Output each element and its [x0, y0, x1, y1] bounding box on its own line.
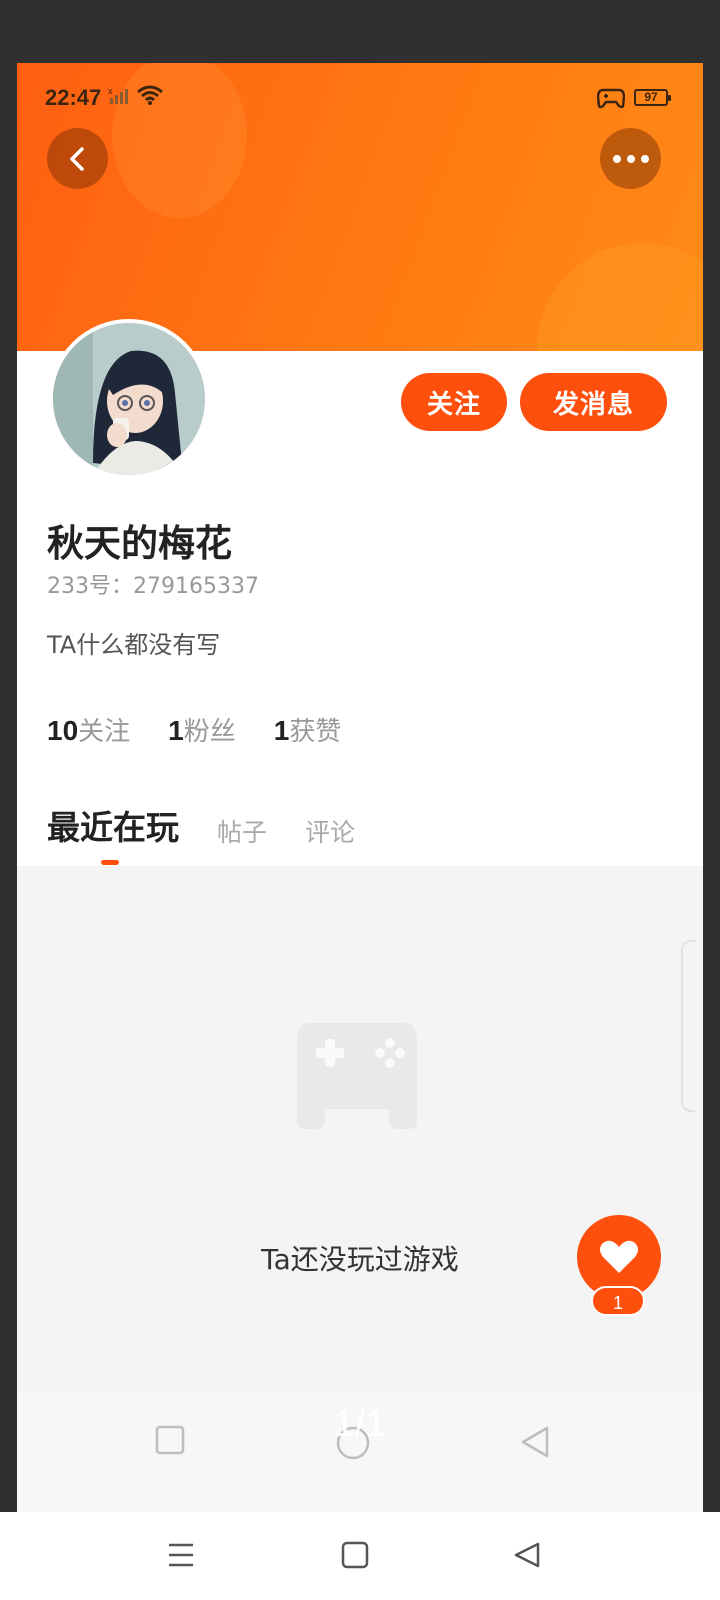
- battery-indicator: 97: [634, 89, 671, 106]
- avatar-illustration: [53, 323, 205, 475]
- svg-text:x: x: [108, 86, 113, 96]
- system-back-button[interactable]: [512, 1540, 542, 1574]
- banner-decoration: [537, 243, 703, 358]
- stat-following[interactable]: 10关注: [47, 711, 130, 748]
- tab-comments[interactable]: 评论: [305, 813, 355, 853]
- system-home-button[interactable]: [340, 1540, 370, 1574]
- stat-label: 关注: [78, 717, 131, 747]
- square-icon: [341, 1541, 369, 1569]
- user-bio: TA什么都没有写: [47, 631, 221, 659]
- signal-icon: x: [108, 86, 132, 110]
- stat-label: 粉丝: [183, 717, 236, 747]
- menu-button[interactable]: [166, 1540, 196, 1574]
- active-tab-indicator: [101, 860, 119, 865]
- username: 秋天的梅花: [47, 522, 232, 565]
- stat-number: 10: [47, 715, 79, 746]
- chevron-left-icon: [69, 146, 84, 171]
- avatar[interactable]: [49, 319, 209, 479]
- system-navigation-bar: [0, 1512, 720, 1600]
- app-screen: 22:47 x 97 关注 发消息 秋天的梅花 233号：279165337 T…: [17, 63, 703, 1512]
- stat-followers[interactable]: 1粉丝: [168, 711, 236, 748]
- stat-number: 1: [168, 715, 184, 746]
- profile-tabs: 最近在玩 帖子 评论: [47, 801, 393, 853]
- game-mode-icon: [596, 87, 626, 113]
- wifi-icon: [136, 84, 164, 110]
- tab-recently-played[interactable]: 最近在玩: [47, 801, 179, 853]
- stat-label: 获赞: [289, 717, 342, 747]
- profile-stats: 10关注 1粉丝 1获赞: [47, 711, 341, 748]
- triangle-back-icon: [514, 1542, 540, 1568]
- tab-posts[interactable]: 帖子: [217, 813, 267, 853]
- gamepad-icon: [287, 1013, 427, 1137]
- menu-icon: [169, 1543, 193, 1567]
- status-bar: 22:47 x 97: [17, 63, 703, 133]
- more-options-button[interactable]: [600, 128, 661, 189]
- user-id: 233号：279165337: [47, 574, 259, 599]
- stat-number: 1: [273, 715, 290, 746]
- follow-button[interactable]: 关注: [401, 373, 507, 431]
- back-button[interactable]: [47, 128, 108, 189]
- like-count-badge: 1: [591, 1286, 645, 1316]
- more-horizontal-icon: [612, 154, 649, 163]
- send-message-button[interactable]: 发消息: [520, 373, 667, 431]
- page-indicator: 1/1: [333, 1403, 387, 1445]
- status-time: 22:47: [45, 85, 102, 110]
- stat-likes[interactable]: 1获赞: [274, 711, 342, 748]
- heart-icon: [600, 1240, 638, 1273]
- side-handle[interactable]: [681, 940, 695, 1112]
